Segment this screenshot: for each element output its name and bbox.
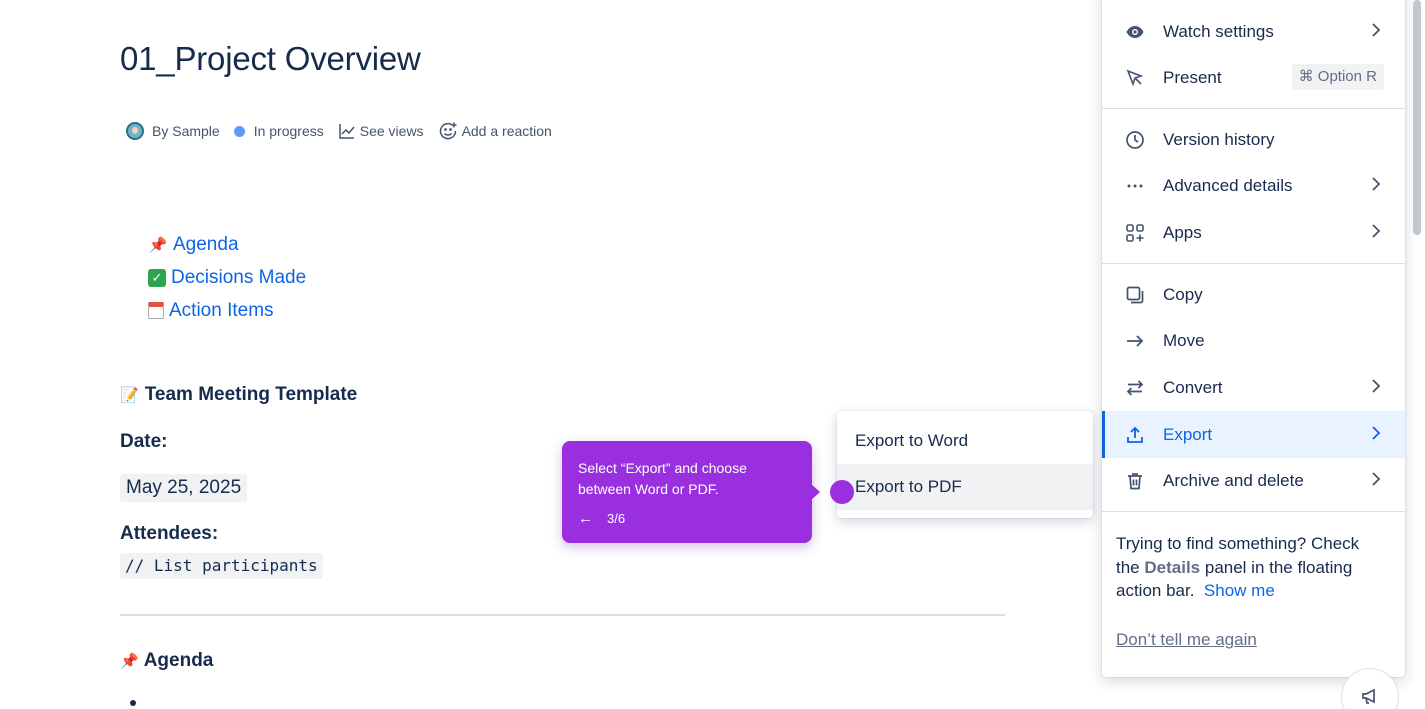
author[interactable]: By Sample xyxy=(126,122,220,140)
export-to-word-item[interactable]: Export to Word xyxy=(837,418,1093,464)
clock-icon xyxy=(1124,129,1146,151)
help-text: Trying to find something? Check the Deta… xyxy=(1116,532,1386,603)
chevron-right-icon xyxy=(1372,426,1381,440)
menu-item-convert[interactable]: Convert xyxy=(1102,364,1405,411)
divider xyxy=(120,614,1005,616)
chart-icon xyxy=(339,124,355,139)
agenda-heading: 📌 Agenda xyxy=(120,650,213,672)
trash-icon xyxy=(1124,470,1146,492)
export-icon xyxy=(1124,424,1146,446)
author-label: By Sample xyxy=(152,123,220,139)
avatar xyxy=(126,122,144,140)
status-dot-icon xyxy=(233,125,245,137)
status-label: In progress xyxy=(253,123,324,139)
add-reaction-button[interactable]: Add a reaction xyxy=(438,121,552,141)
convert-icon xyxy=(1124,377,1146,399)
tour-text: Select “Export” and choose between Word … xyxy=(578,460,747,497)
more-actions-menu: Watch settings Present ⌘ Option R Versio… xyxy=(1102,0,1405,677)
date-chip[interactable]: May 25, 2025 xyxy=(120,474,248,502)
menu-item-label: Move xyxy=(1163,330,1205,350)
status[interactable]: In progress xyxy=(233,123,324,139)
menu-separator xyxy=(1102,263,1405,264)
shortcut-badge: ⌘ Option R xyxy=(1291,64,1384,90)
menu-item-label: Advanced details xyxy=(1163,175,1293,195)
present-icon xyxy=(1124,67,1146,89)
checkmark-icon: ✓ xyxy=(148,268,166,287)
pushpin-icon: 📌 xyxy=(120,653,139,670)
calendar-icon xyxy=(148,302,164,319)
pushpin-icon: 📌 xyxy=(148,236,168,254)
byline: By Sample In progress See views Add a re… xyxy=(126,120,566,142)
scrollbar[interactable] xyxy=(1413,0,1421,235)
emoji-add-icon xyxy=(439,122,457,140)
chevron-right-icon xyxy=(1372,23,1381,37)
menu-item-label: Watch settings xyxy=(1163,21,1274,41)
add-reaction-label: Add a reaction xyxy=(461,123,552,139)
menu-item-advanced-details[interactable]: Advanced details xyxy=(1102,162,1405,209)
heading-label: Agenda xyxy=(143,650,214,671)
menu-item-label: Convert xyxy=(1163,377,1223,397)
toc-item-action-items[interactable]: Action Items xyxy=(148,294,306,327)
attendees-code: // List participants xyxy=(120,553,323,579)
more-icon xyxy=(1124,175,1146,197)
back-arrow-icon[interactable]: ← xyxy=(578,510,593,527)
attendees-label: Attendees: xyxy=(120,523,219,544)
eye-icon xyxy=(1124,21,1146,43)
menu-item-label: Apps xyxy=(1163,222,1202,242)
toc-item-agenda[interactable]: 📌 Agenda xyxy=(148,228,306,261)
menu-item-watch-settings[interactable]: Watch settings xyxy=(1102,8,1405,55)
arrow-right-icon xyxy=(1124,330,1146,352)
tour-hotspot xyxy=(830,480,854,504)
menu-item-label: Copy xyxy=(1163,284,1203,304)
tour-step: 3/6 xyxy=(607,511,626,526)
menu-item-label: Export xyxy=(1163,424,1213,444)
apps-icon xyxy=(1124,222,1146,244)
megaphone-icon xyxy=(1362,688,1375,704)
menu-item-apps[interactable]: Apps xyxy=(1102,209,1405,256)
copy-icon xyxy=(1124,284,1146,306)
export-submenu: Export to Word Export to PDF xyxy=(837,411,1093,518)
menu-item-archive-delete[interactable]: Archive and delete xyxy=(1102,457,1405,504)
team-meeting-heading: 📝 Team Meeting Template xyxy=(120,384,357,406)
see-views-label: See views xyxy=(359,123,424,139)
chevron-right-icon xyxy=(1372,177,1381,191)
tour-nav: ← 3/6 xyxy=(578,510,796,527)
memo-icon: 📝 xyxy=(120,387,139,404)
show-me-link[interactable]: Show me xyxy=(1204,581,1275,600)
menu-item-label: Version history xyxy=(1163,129,1275,149)
menu-item-move[interactable]: Move xyxy=(1102,317,1405,364)
menu-separator xyxy=(1102,108,1405,109)
toc-item-label: Action Items xyxy=(169,299,274,321)
tour-pointer xyxy=(810,483,820,501)
menu-item-version-history[interactable]: Version history xyxy=(1102,116,1405,163)
export-to-pdf-item[interactable]: Export to PDF xyxy=(837,464,1093,510)
toc-item-label: Agenda xyxy=(173,233,239,255)
dont-tell-again-link[interactable]: Don’t tell me again xyxy=(1116,630,1257,650)
table-of-contents: 📌 Agenda ✓ Decisions Made Action Items xyxy=(148,228,306,327)
menu-separator xyxy=(1102,511,1405,512)
tour-tooltip: Select “Export” and choose between Word … xyxy=(562,441,812,543)
chevron-right-icon xyxy=(1372,379,1381,393)
see-views-button[interactable]: See views xyxy=(338,122,424,140)
help-text-bold: Details xyxy=(1144,557,1201,577)
page-title: 01_Project Overview xyxy=(120,40,421,77)
list-bullet xyxy=(130,700,136,706)
menu-item-label: Archive and delete xyxy=(1163,470,1304,490)
date-label: Date: xyxy=(120,431,168,452)
heading-label: Team Meeting Template xyxy=(144,384,358,405)
menu-item-present[interactable]: Present ⌘ Option R xyxy=(1102,54,1405,101)
chevron-right-icon xyxy=(1372,472,1381,486)
chevron-right-icon xyxy=(1372,224,1381,238)
toc-item-label: Decisions Made xyxy=(171,266,307,288)
menu-item-export[interactable]: Export xyxy=(1102,411,1405,458)
toc-item-decisions[interactable]: ✓ Decisions Made xyxy=(148,261,306,294)
menu-item-copy[interactable]: Copy xyxy=(1102,271,1405,318)
